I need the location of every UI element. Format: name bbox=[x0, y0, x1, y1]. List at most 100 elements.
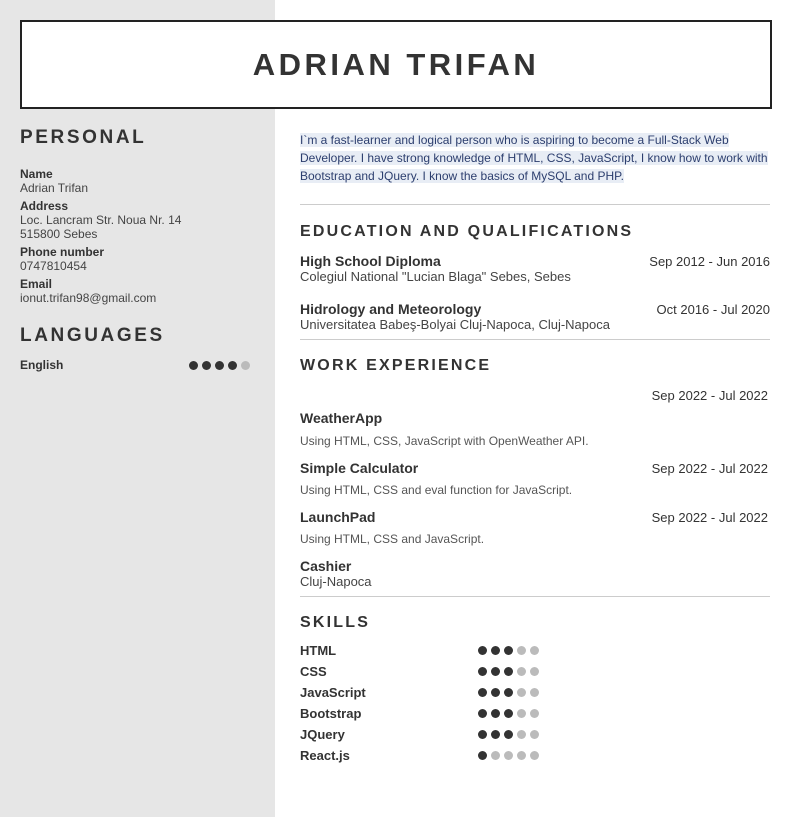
work-item: WeatherApp Using HTML, CSS, JavaScript w… bbox=[300, 410, 770, 448]
education-section-title: EDUCATION AND QUALIFICATIONS bbox=[300, 223, 634, 240]
level-dot-filled bbox=[491, 667, 500, 676]
level-dot-filled bbox=[478, 709, 487, 718]
level-dot-filled bbox=[504, 709, 513, 718]
personal-address-block: Address Loc. Lancram Str. Noua Nr. 14 51… bbox=[20, 199, 250, 242]
work-title: Simple Calculator bbox=[300, 460, 419, 476]
personal-name-block: Name Adrian Trifan bbox=[20, 168, 250, 196]
level-dot-empty bbox=[504, 751, 513, 760]
education-institution: Colegiul National "Lucian Blaga" Sebes, … bbox=[300, 269, 571, 284]
work-dates: Sep 2022 - Jul 2022 bbox=[651, 461, 768, 476]
education-item: High School Diploma Sep 2012 - Jun 2016 … bbox=[300, 253, 770, 284]
phone-label: Phone number bbox=[20, 245, 105, 259]
personal-phone-block: Phone number 0747810454 bbox=[20, 245, 250, 274]
skill-row: JavaScript bbox=[300, 682, 770, 703]
work-section-title: WORK EXPERIENCE bbox=[300, 357, 492, 374]
level-dot-empty bbox=[517, 730, 526, 739]
work-item: LaunchPad Sep 2022 - Jul 2022 Using HTML… bbox=[300, 509, 770, 546]
address-line-1: Loc. Lancram Str. Noua Nr. 14 bbox=[20, 213, 182, 227]
level-dot-filled bbox=[504, 688, 513, 697]
level-dot-empty bbox=[530, 688, 539, 697]
level-dot-empty bbox=[530, 646, 539, 655]
phone-value: 0747810454 bbox=[20, 259, 87, 273]
work-item: Cashier Cluj-Napoca bbox=[300, 558, 770, 589]
education-title: Hidrology and Meteorology bbox=[300, 301, 482, 317]
work-description: Using HTML, CSS and eval function for Ja… bbox=[300, 483, 573, 497]
skill-name: React.js bbox=[300, 748, 350, 763]
divider bbox=[300, 596, 770, 597]
education-dates: Oct 2016 - Jul 2020 bbox=[656, 302, 770, 317]
level-dot-filled bbox=[215, 361, 224, 370]
skill-level-dots bbox=[478, 751, 539, 760]
language-row: English bbox=[20, 359, 250, 372]
level-dot-empty bbox=[517, 688, 526, 697]
level-dot-empty bbox=[530, 730, 539, 739]
level-dot-empty bbox=[530, 709, 539, 718]
email-label: Email bbox=[20, 277, 53, 291]
skill-level-dots bbox=[478, 667, 539, 676]
candidate-name: ADRIAN TRIFAN bbox=[252, 46, 540, 82]
level-dot-filled bbox=[504, 667, 513, 676]
email-value: ionut.trifan98@gmail.com bbox=[20, 291, 157, 305]
address-line-2: 515800 Sebes bbox=[20, 227, 98, 241]
level-dot-filled bbox=[189, 361, 198, 370]
summary: I`m a fast-learner and logical person wh… bbox=[300, 131, 770, 185]
skill-level-dots bbox=[478, 730, 539, 739]
education-item: Hidrology and Meteorology Oct 2016 - Jul… bbox=[300, 301, 770, 332]
education-title: High School Diploma bbox=[300, 253, 441, 269]
sidebar-background bbox=[0, 0, 275, 817]
work-title: Cashier bbox=[300, 558, 352, 574]
skill-name: Bootstrap bbox=[300, 706, 362, 721]
work-date-standalone: Sep 2022 - Jul 2022 bbox=[300, 387, 770, 405]
sidebar: PERSONAL Name Adrian Trifan Address Loc.… bbox=[20, 127, 250, 372]
level-dot-filled bbox=[478, 667, 487, 676]
level-dot-filled bbox=[491, 688, 500, 697]
skill-name: JavaScript bbox=[300, 685, 366, 700]
personal-email-block: Email ionut.trifan98@gmail.com bbox=[20, 277, 250, 306]
education-dates: Sep 2012 - Jun 2016 bbox=[649, 254, 770, 269]
skill-row: Bootstrap bbox=[300, 703, 770, 724]
level-dot-empty bbox=[517, 709, 526, 718]
language-level-dots bbox=[189, 361, 250, 370]
divider bbox=[300, 339, 770, 340]
work-title: LaunchPad bbox=[300, 509, 376, 525]
skill-level-dots bbox=[478, 709, 539, 718]
skill-row: HTML bbox=[300, 640, 770, 661]
name-value: Adrian Trifan bbox=[20, 181, 89, 195]
skills-section-title: SKILLS bbox=[300, 614, 371, 631]
skill-name: HTML bbox=[300, 643, 337, 658]
level-dot-empty bbox=[517, 646, 526, 655]
skills-list: HTML CSS JavaScript Bootstrap JQuery Rea… bbox=[300, 640, 770, 766]
work-dates: Sep 2022 - Jul 2022 bbox=[651, 388, 768, 403]
work-item: Simple Calculator Sep 2022 - Jul 2022 Us… bbox=[300, 460, 770, 497]
skill-row: CSS bbox=[300, 661, 770, 682]
divider bbox=[300, 204, 770, 205]
work-description: Using HTML, CSS and JavaScript. bbox=[300, 532, 485, 546]
skill-row: JQuery bbox=[300, 724, 770, 745]
skill-level-dots bbox=[478, 646, 539, 655]
level-dot-empty bbox=[491, 751, 500, 760]
main-content: I`m a fast-learner and logical person wh… bbox=[300, 127, 770, 766]
level-dot-empty bbox=[517, 751, 526, 760]
skill-level-dots bbox=[478, 688, 539, 697]
level-dot-filled bbox=[478, 751, 487, 760]
level-dot-filled bbox=[491, 709, 500, 718]
personal-section-title: PERSONAL bbox=[20, 127, 147, 148]
work-dates: Sep 2022 - Jul 2022 bbox=[651, 510, 768, 525]
skill-name: JQuery bbox=[300, 727, 345, 742]
work-location: Cluj-Napoca bbox=[300, 574, 372, 589]
skill-row: React.js bbox=[300, 745, 770, 766]
level-dot-empty bbox=[241, 361, 250, 370]
language-name: English bbox=[20, 358, 64, 372]
address-label: Address bbox=[20, 199, 69, 213]
level-dot-filled bbox=[504, 730, 513, 739]
work-title: WeatherApp bbox=[300, 410, 383, 426]
level-dot-empty bbox=[517, 667, 526, 676]
level-dot-empty bbox=[530, 667, 539, 676]
level-dot-filled bbox=[228, 361, 237, 370]
level-dot-filled bbox=[491, 730, 500, 739]
level-dot-filled bbox=[202, 361, 211, 370]
languages-section-title: LANGUAGES bbox=[20, 325, 165, 346]
summary-text: I`m a fast-learner and logical person wh… bbox=[300, 133, 768, 183]
name-header: ADRIAN TRIFAN bbox=[20, 20, 772, 109]
level-dot-filled bbox=[478, 646, 487, 655]
